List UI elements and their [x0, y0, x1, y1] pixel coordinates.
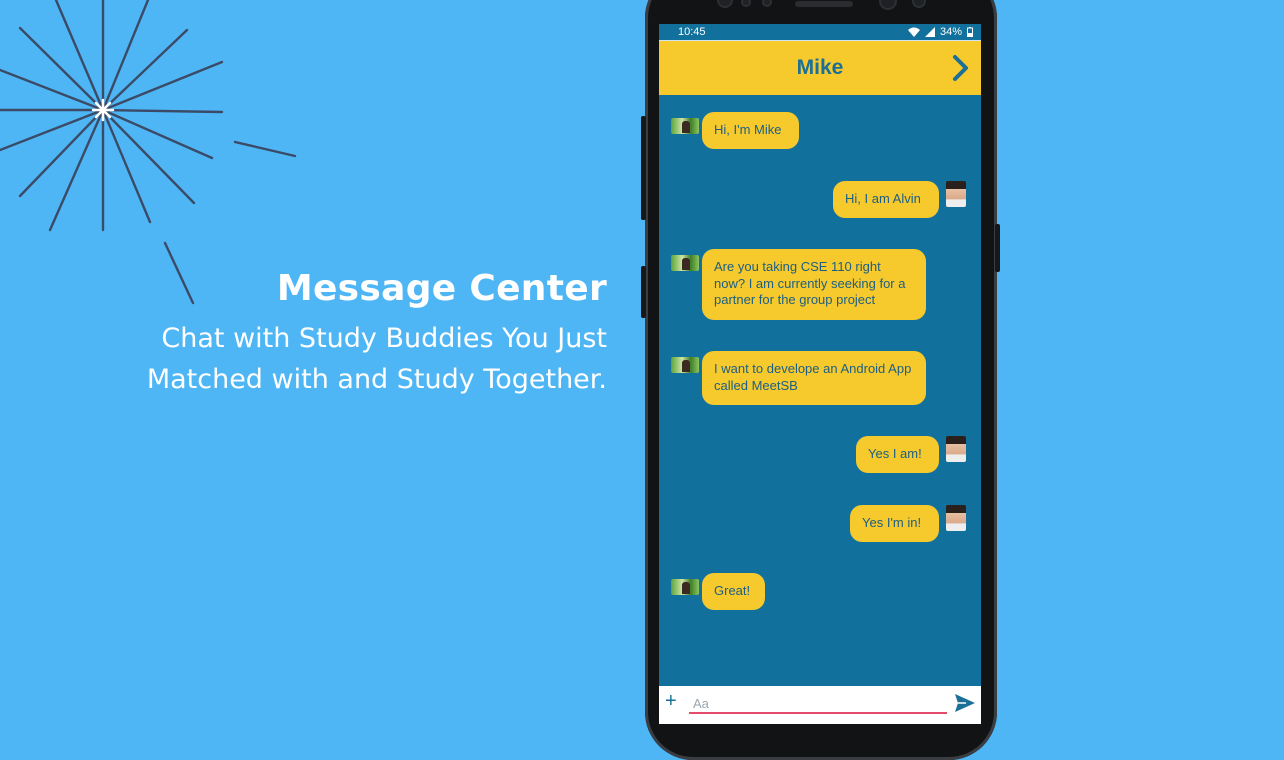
contact-avatar[interactable]: [671, 255, 699, 271]
promo-subtitle-line: Chat with Study Buddies You Just: [161, 323, 607, 354]
front-camera: [879, 0, 897, 10]
contact-avatar[interactable]: [671, 357, 699, 373]
signal-icon: [924, 27, 935, 37]
sensor: [912, 0, 926, 8]
status-icons: 34%: [907, 26, 973, 38]
message-input[interactable]: [689, 694, 947, 714]
sensor: [741, 0, 751, 7]
front-camera: [717, 0, 733, 8]
sensor: [762, 0, 772, 7]
contact-avatar[interactable]: [671, 118, 699, 134]
phone-screen: 10:45 34% Mike Hi, I'm Mike Hi, I am Alv…: [659, 24, 981, 724]
message-bubble-outgoing[interactable]: Yes I'm in!: [850, 505, 939, 542]
contact-name: Mike: [796, 56, 844, 79]
message-bubble-outgoing[interactable]: Hi, I am Alvin: [833, 181, 939, 218]
user-avatar[interactable]: [946, 181, 966, 207]
contact-avatar[interactable]: [671, 579, 699, 595]
message-bubble-incoming[interactable]: Are you taking CSE 110 right now? I am c…: [702, 249, 926, 320]
message-bubble-outgoing[interactable]: Yes I am!: [856, 436, 939, 473]
status-time: 10:45: [678, 26, 706, 38]
battery-icon: [967, 27, 973, 37]
volume-button: [641, 116, 646, 220]
status-bar: 10:45 34%: [659, 24, 981, 41]
message-bubble-incoming[interactable]: I want to develope an Android App called…: [702, 351, 926, 405]
chat-header: Mike: [659, 41, 981, 95]
bixby-button: [641, 266, 646, 318]
message-bubble-incoming[interactable]: Great!: [702, 573, 765, 610]
add-attachment-button[interactable]: +: [665, 690, 677, 713]
power-button: [995, 224, 1000, 272]
phone-speaker: [795, 1, 853, 7]
battery-percent: 34%: [939, 26, 962, 38]
send-icon[interactable]: [955, 694, 975, 712]
chevron-right-icon[interactable]: [949, 54, 973, 82]
wifi-icon: [907, 27, 920, 37]
message-input-bar: +: [659, 686, 981, 724]
message-bubble-incoming[interactable]: Hi, I'm Mike: [702, 112, 799, 149]
promo-subtitle-line: Matched with and Study Together.: [146, 364, 607, 395]
user-avatar[interactable]: [946, 505, 966, 531]
user-avatar[interactable]: [946, 436, 966, 462]
promo-subtitle: Chat with Study Buddies You Just Matched…: [0, 318, 607, 400]
promo-title: Message Center: [276, 268, 607, 309]
